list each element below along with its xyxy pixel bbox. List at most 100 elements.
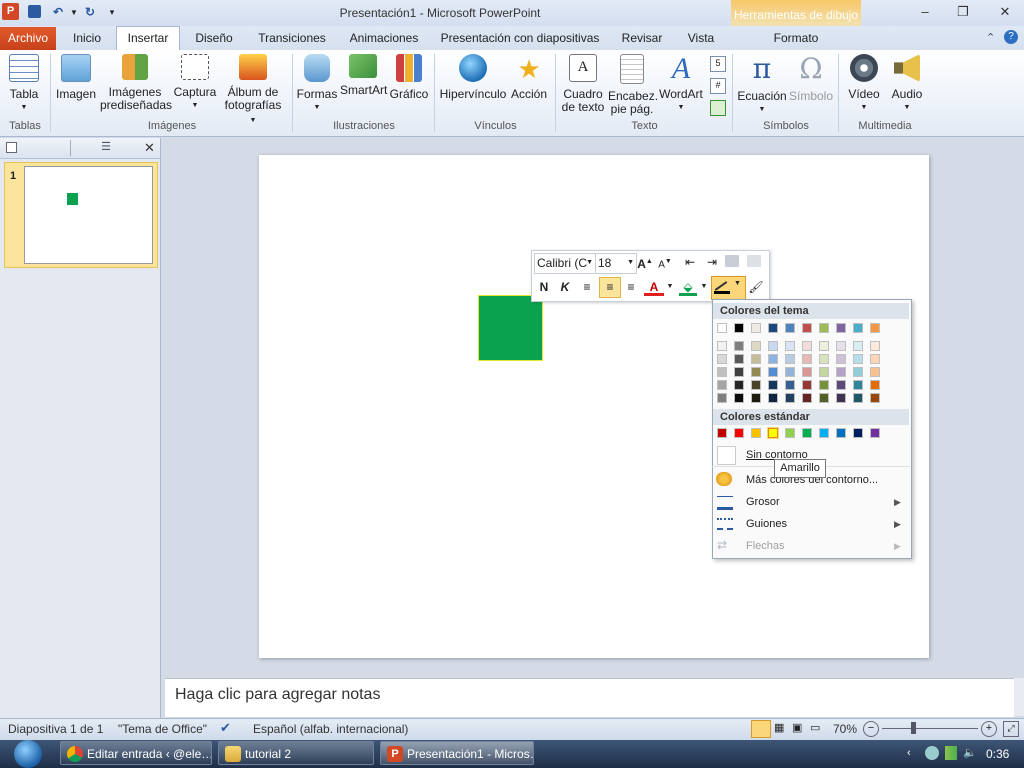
spell-check-icon[interactable]: ✔ xyxy=(220,720,231,736)
undo-icon[interactable]: ↶ xyxy=(50,4,66,20)
taskbar-item-browser[interactable]: Editar entrada ‹ @ele… xyxy=(60,741,212,765)
theme-color-swatch[interactable] xyxy=(819,323,829,333)
album-button[interactable]: Álbum de fotografías ▼ xyxy=(220,54,286,127)
normal-view-icon[interactable] xyxy=(751,720,771,738)
standard-color-swatch[interactable] xyxy=(802,428,812,438)
date-time-icon[interactable]: 5 xyxy=(710,56,726,72)
theme-shade-swatch[interactable] xyxy=(785,380,795,390)
tab-diseno[interactable]: Diseño xyxy=(188,29,240,49)
format-painter-icon[interactable]: 🖌 xyxy=(748,278,764,297)
theme-shade-swatch[interactable] xyxy=(734,393,744,403)
theme-shade-swatch[interactable] xyxy=(734,367,744,377)
standard-color-swatch[interactable] xyxy=(836,428,846,438)
grafico-button[interactable]: Gráfico xyxy=(388,54,430,101)
theme-shade-swatch[interactable] xyxy=(819,341,829,351)
bold-icon[interactable]: N xyxy=(535,278,553,297)
theme-shade-swatch[interactable] xyxy=(717,367,727,377)
redo-icon[interactable]: ↻ xyxy=(82,4,98,20)
powerpoint-app-icon[interactable]: P xyxy=(2,3,19,20)
standard-color-swatch[interactable] xyxy=(717,428,727,438)
zoom-in-icon[interactable]: + xyxy=(981,721,997,737)
theme-shade-swatch[interactable] xyxy=(853,380,863,390)
theme-shade-swatch[interactable] xyxy=(836,341,846,351)
smartart-button[interactable]: SmartArt xyxy=(340,54,387,97)
theme-color-swatch[interactable] xyxy=(717,323,727,333)
tab-revisar[interactable]: Revisar xyxy=(614,29,670,49)
font-color-icon[interactable]: A xyxy=(644,278,664,296)
notes-scrollbar[interactable] xyxy=(1014,678,1024,716)
green-rectangle-shape[interactable] xyxy=(478,295,543,361)
theme-shade-swatch[interactable] xyxy=(717,341,727,351)
hipervinculo-button[interactable]: Hipervínculo xyxy=(438,54,508,101)
ecuacion-button[interactable]: π Ecuación ▼ xyxy=(736,54,788,116)
theme-color-swatch[interactable] xyxy=(802,323,812,333)
theme-shade-swatch[interactable] xyxy=(819,367,829,377)
theme-shade-swatch[interactable] xyxy=(870,341,880,351)
slideshow-view-icon[interactable]: ▭ xyxy=(810,721,820,734)
encabezado-pie-button[interactable]: Encabez. pie pág. xyxy=(608,54,658,116)
align-left-icon[interactable]: ≡ xyxy=(578,278,596,297)
language-status[interactable]: Español (alfab. internacional) xyxy=(253,722,408,736)
theme-shade-swatch[interactable] xyxy=(819,354,829,364)
theme-shade-swatch[interactable] xyxy=(836,354,846,364)
theme-shade-swatch[interactable] xyxy=(768,393,778,403)
theme-shade-swatch[interactable] xyxy=(768,354,778,364)
cuadro-de-texto-button[interactable]: A Cuadro de texto xyxy=(560,54,606,114)
theme-shade-swatch[interactable] xyxy=(836,380,846,390)
tab-vista[interactable]: Vista xyxy=(680,29,722,49)
increase-indent-icon[interactable]: ⇥ xyxy=(703,253,721,272)
slide-thumbnail[interactable] xyxy=(24,166,153,264)
grow-font-icon[interactable]: A▲ xyxy=(637,253,653,272)
tab-inicio[interactable]: Inicio xyxy=(64,29,110,49)
slide-number-icon[interactable]: # xyxy=(710,78,726,94)
imagenes-prediseñadas-button[interactable]: Imágenes prediseñadas xyxy=(100,54,172,112)
simbolo-button[interactable]: Ω Símbolo xyxy=(788,54,834,103)
theme-shade-swatch[interactable] xyxy=(751,380,761,390)
volume-tray-icon[interactable]: 🔈 xyxy=(963,746,977,759)
tab-archivo[interactable]: Archivo xyxy=(0,27,56,50)
zoom-out-icon[interactable]: − xyxy=(863,721,879,737)
theme-shade-swatch[interactable] xyxy=(734,354,744,364)
theme-shade-swatch[interactable] xyxy=(768,380,778,390)
help-icon[interactable]: ? xyxy=(1004,30,1018,44)
theme-shade-swatch[interactable] xyxy=(734,380,744,390)
align-right-icon[interactable]: ≡ xyxy=(622,278,640,297)
tab-insertar[interactable]: Insertar xyxy=(116,26,180,50)
show-hidden-icons-icon[interactable]: ‹ xyxy=(907,747,911,759)
decrease-indent-icon[interactable]: ⇤ xyxy=(681,253,699,272)
tab-animaciones[interactable]: Animaciones xyxy=(344,29,424,49)
theme-color-swatch[interactable] xyxy=(785,323,795,333)
tab-formato[interactable]: Formato xyxy=(752,29,840,49)
theme-color-swatch[interactable] xyxy=(853,323,863,333)
theme-shade-swatch[interactable] xyxy=(802,341,812,351)
network-tray-icon[interactable] xyxy=(925,746,939,760)
captura-button[interactable]: Captura ▼ xyxy=(172,54,218,112)
minimize-button[interactable]: – xyxy=(914,4,936,20)
theme-shade-swatch[interactable] xyxy=(853,354,863,364)
standard-color-swatch[interactable] xyxy=(734,428,744,438)
theme-shade-swatch[interactable] xyxy=(802,393,812,403)
dashes-item[interactable]: Guiones xyxy=(746,518,787,530)
theme-shade-swatch[interactable] xyxy=(768,341,778,351)
theme-shade-swatch[interactable] xyxy=(870,380,880,390)
save-icon[interactable] xyxy=(28,5,41,18)
italic-icon[interactable]: K xyxy=(556,278,574,297)
theme-status[interactable]: "Tema de Office" xyxy=(118,722,207,736)
zoom-level[interactable]: 70% xyxy=(833,722,857,736)
shape-fill-icon[interactable]: ⬙ xyxy=(679,278,697,296)
taskbar-item-powerpoint[interactable]: P Presentación1 - Micros… xyxy=(380,741,534,765)
zoom-slider-thumb[interactable] xyxy=(911,722,916,734)
theme-shade-swatch[interactable] xyxy=(870,367,880,377)
battery-tray-icon[interactable] xyxy=(945,746,957,760)
start-button[interactable] xyxy=(6,740,50,768)
font-color-dropdown-icon[interactable]: ▼ xyxy=(666,278,674,297)
close-panel-icon[interactable]: ✕ xyxy=(144,140,155,156)
font-size-box[interactable]: 18 ▼ xyxy=(595,253,637,274)
theme-shade-swatch[interactable] xyxy=(836,367,846,377)
theme-shade-swatch[interactable] xyxy=(785,367,795,377)
theme-shade-swatch[interactable] xyxy=(819,393,829,403)
theme-shade-swatch[interactable] xyxy=(853,341,863,351)
theme-shade-swatch[interactable] xyxy=(870,354,880,364)
theme-shade-swatch[interactable] xyxy=(836,393,846,403)
theme-color-swatch[interactable] xyxy=(768,323,778,333)
